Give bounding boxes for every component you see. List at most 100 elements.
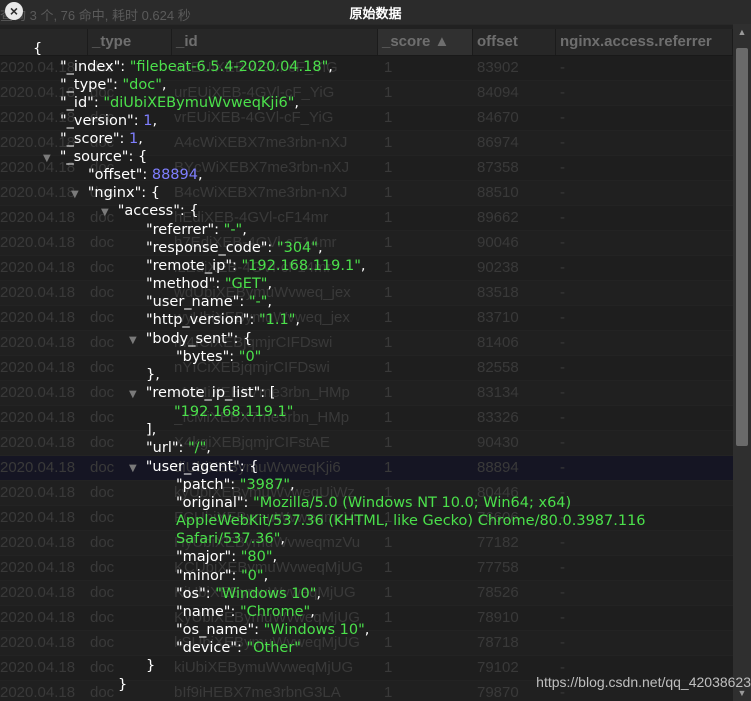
json-key: "remote_ip_list": [ xyxy=(145,385,276,401)
json-key: , xyxy=(267,294,273,310)
collapse-toggle-icon[interactable]: ▼ xyxy=(129,463,137,474)
json-key: { xyxy=(33,41,43,57)
json-string-value: "GET" xyxy=(224,276,268,292)
json-key: , xyxy=(360,258,366,274)
collapse-toggle-icon[interactable]: ▼ xyxy=(129,389,137,400)
json-line: "_id": "diUbiXEBymuWvweqKji6", xyxy=(60,94,299,112)
json-key: "_type": xyxy=(60,77,123,93)
json-key: ], xyxy=(146,422,157,438)
json-key: , xyxy=(316,586,321,602)
json-line: "user_name": "-", xyxy=(146,293,272,311)
json-key: "nginx": { xyxy=(87,185,160,201)
json-string-value: "0" xyxy=(241,568,264,584)
json-string-value: "192.168.119.1" xyxy=(241,258,361,274)
json-string-value: "304" xyxy=(276,240,318,256)
json-string-value: "Windows 10" xyxy=(263,622,365,638)
json-key: , xyxy=(310,604,315,620)
json-key: , xyxy=(263,568,269,584)
json-string-value: "doc" xyxy=(122,77,162,93)
json-line: "device": "Other" xyxy=(176,639,301,657)
json-key: , xyxy=(152,113,158,129)
json-line: ▼ "user_agent": { xyxy=(129,458,259,478)
json-line: "192.168.119.1" xyxy=(174,403,293,421)
json-string-value: "Chrome" xyxy=(239,604,311,620)
json-key: , xyxy=(198,167,203,183)
json-line: } xyxy=(146,657,155,675)
json-key: }, xyxy=(146,367,160,383)
collapse-toggle-icon[interactable]: ▼ xyxy=(129,335,137,346)
json-string-value: "-" xyxy=(248,294,268,310)
json-key: , xyxy=(294,95,299,111)
json-key: , xyxy=(242,222,247,238)
json-line: ], xyxy=(146,421,156,439)
json-key: "bytes": xyxy=(176,349,239,365)
json-key: , xyxy=(206,440,211,456)
json-key: "device": xyxy=(176,640,247,656)
json-string-value: Safari/537.36" xyxy=(176,531,281,547)
json-string-value: "Other" xyxy=(246,640,301,656)
json-line: "minor": "0", xyxy=(176,567,268,585)
json-key: "original": xyxy=(176,495,254,511)
json-key: } xyxy=(118,677,128,693)
json-line: ▼ "remote_ip_list": [ xyxy=(129,384,275,404)
scrollbar[interactable]: ▲ ▼ xyxy=(733,24,751,701)
scrollbar-thumb[interactable] xyxy=(736,48,748,446)
json-string-value: "192.168.119.1" xyxy=(174,404,294,420)
json-key: , xyxy=(364,622,370,638)
json-line: } xyxy=(118,676,127,694)
json-line: }, xyxy=(146,366,160,384)
json-key: } xyxy=(146,658,156,674)
json-line: "url": "/", xyxy=(146,439,211,457)
collapse-toggle-icon[interactable]: ▼ xyxy=(101,207,109,218)
json-line: "major": "80", xyxy=(176,548,277,566)
json-key: "_version": xyxy=(60,113,144,129)
json-string-value: AppleWebKit/537.36 (KHTML, like Gecko) C… xyxy=(176,513,646,529)
json-key: "_source": { xyxy=(59,149,148,165)
json-key: "http_version": xyxy=(146,312,259,328)
json-line: { xyxy=(33,40,42,58)
json-key: "_index": xyxy=(60,59,130,75)
collapse-toggle-icon[interactable]: ▼ xyxy=(43,153,51,164)
json-line: "offset": 88894, xyxy=(88,166,203,184)
json-line: "referrer": "-", xyxy=(146,221,247,239)
json-line: ▼ "body_sent": { xyxy=(129,330,252,350)
json-key: "access": { xyxy=(117,203,199,219)
json-key: "major": xyxy=(176,549,241,565)
json-line: "remote_ip": "192.168.119.1", xyxy=(146,257,366,275)
json-string-value: "3987" xyxy=(239,477,291,493)
json-key: , xyxy=(280,531,285,547)
collapse-toggle-icon[interactable]: ▼ xyxy=(71,189,79,200)
json-string-value: "1.1" xyxy=(258,312,296,328)
json-string-value: "Mozilla/5.0 (Windows NT 10.0; Win64; x6… xyxy=(253,495,572,511)
json-line: "bytes": "0" xyxy=(176,348,261,366)
json-line: Safari/537.36", xyxy=(176,530,285,548)
json-key: "patch": xyxy=(176,477,240,493)
json-key: , xyxy=(317,240,323,256)
json-key: "user_name": xyxy=(146,294,249,310)
json-key: , xyxy=(290,477,295,493)
json-key: "remote_ip": xyxy=(146,258,242,274)
json-key: "_score": xyxy=(60,131,130,147)
json-string-value: "0" xyxy=(238,349,262,365)
json-key: , xyxy=(267,276,273,292)
json-line: "os": "Windows 10", xyxy=(176,585,321,603)
scroll-up-icon[interactable]: ▲ xyxy=(733,24,751,40)
raw-json-viewer: {"_index": "filebeat-6.5.4-2020.04.18", "… xyxy=(0,0,733,701)
json-line: ▼ "nginx": { xyxy=(71,184,160,204)
scroll-down-icon[interactable]: ▼ xyxy=(733,685,751,701)
json-key: , xyxy=(138,131,143,147)
json-line: "http_version": "1.1", xyxy=(146,311,300,329)
json-key: "_id": xyxy=(60,95,104,111)
json-key: , xyxy=(295,312,300,328)
json-number-value: 88894 xyxy=(151,167,198,183)
json-key: "name": xyxy=(176,604,240,620)
json-number-value: 1 xyxy=(129,131,139,147)
json-key: "os_name": xyxy=(176,622,264,638)
json-string-value: "-" xyxy=(223,222,243,238)
json-key: , xyxy=(272,549,278,565)
json-key: "response_code": xyxy=(146,240,277,256)
json-key: , xyxy=(161,77,167,93)
json-line: "name": "Chrome", xyxy=(176,603,315,621)
json-key: "user_agent": { xyxy=(145,459,259,475)
json-line: "_version": 1, xyxy=(60,112,157,130)
